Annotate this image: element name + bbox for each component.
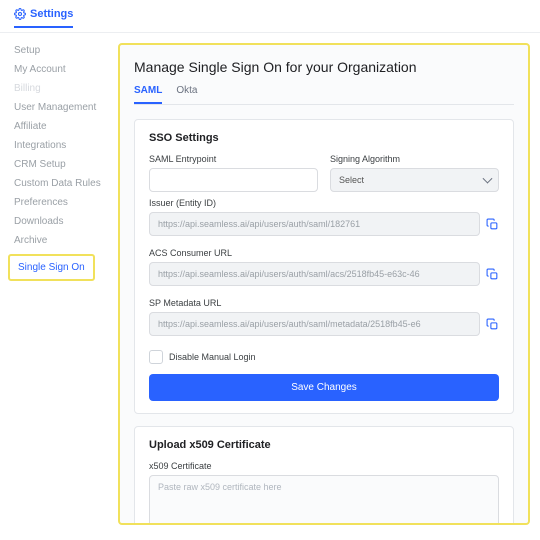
acs-input[interactable] [149, 262, 480, 286]
tab-okta[interactable]: Okta [176, 85, 197, 104]
metadata-input[interactable] [149, 312, 480, 336]
sidebar-item-preferences[interactable]: Preferences [14, 197, 108, 208]
cert-card: Upload x509 Certificate x509 Certificate… [134, 426, 514, 525]
top-header: Settings [0, 0, 540, 33]
copy-icon[interactable] [486, 318, 499, 331]
sidebar-item-billing[interactable]: Billing [14, 83, 108, 94]
sidebar-item-affiliate[interactable]: Affiliate [14, 121, 108, 132]
settings-tab-label: Settings [30, 8, 73, 20]
issuer-label: Issuer (Entity ID) [149, 198, 499, 208]
sidebar-item-custom-data-rules[interactable]: Custom Data Rules [14, 178, 108, 189]
saml-entrypoint-input[interactable] [149, 168, 318, 192]
sso-tabs: SAML Okta [134, 85, 514, 105]
sidebar-item-archive[interactable]: Archive [14, 235, 108, 246]
metadata-label: SP Metadata URL [149, 298, 499, 308]
issuer-input[interactable] [149, 212, 480, 236]
acs-label: ACS Consumer URL [149, 248, 499, 258]
disable-manual-login-checkbox[interactable] [149, 350, 163, 364]
sidebar-item-single-sign-on[interactable]: Single Sign On [8, 254, 95, 281]
tab-saml[interactable]: SAML [134, 85, 162, 104]
cert-textarea[interactable] [149, 475, 499, 525]
sidebar-item-crm-setup[interactable]: CRM Setup [14, 159, 108, 170]
save-changes-button[interactable]: Save Changes [149, 374, 499, 401]
disable-manual-login-label: Disable Manual Login [169, 352, 256, 362]
copy-icon[interactable] [486, 218, 499, 231]
sidebar-item-my-account[interactable]: My Account [14, 64, 108, 75]
gear-icon [14, 8, 26, 20]
signing-algorithm-label: Signing Algorithm [330, 154, 499, 164]
sidebar-item-integrations[interactable]: Integrations [14, 140, 108, 151]
sidebar-item-setup[interactable]: Setup [14, 45, 108, 56]
sidebar: Setup My Account Billing User Management… [0, 33, 108, 535]
page-title: Manage Single Sign On for your Organizat… [134, 59, 514, 75]
sso-settings-heading: SSO Settings [149, 132, 499, 144]
cert-textarea-label: x509 Certificate [149, 461, 499, 471]
settings-tab[interactable]: Settings [14, 8, 73, 28]
signing-algorithm-select[interactable]: Select [330, 168, 499, 192]
sidebar-item-user-management[interactable]: User Management [14, 102, 108, 113]
saml-entrypoint-label: SAML Entrypoint [149, 154, 318, 164]
sidebar-item-downloads[interactable]: Downloads [14, 216, 108, 227]
cert-heading: Upload x509 Certificate [149, 439, 499, 451]
sso-settings-card: SSO Settings SAML Entrypoint Signing Alg… [134, 119, 514, 414]
main-panel: Manage Single Sign On for your Organizat… [118, 43, 530, 525]
copy-icon[interactable] [486, 268, 499, 281]
